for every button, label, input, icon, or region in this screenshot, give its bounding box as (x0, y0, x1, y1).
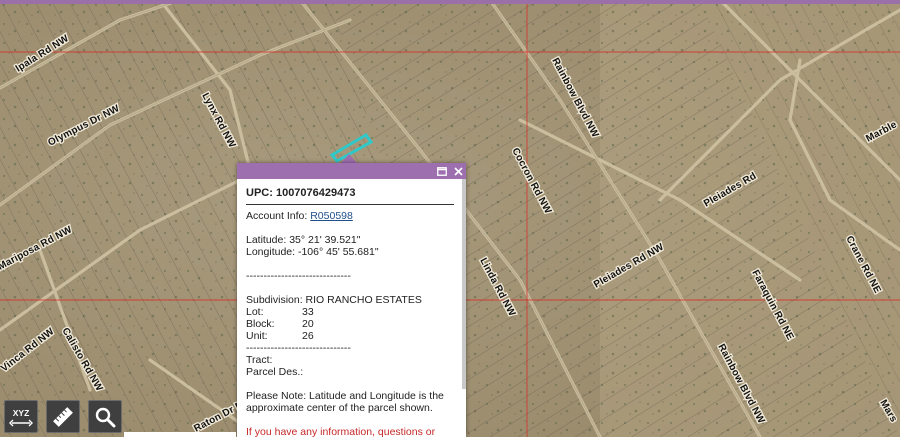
latitude-value: 35° 21' 39.521" (289, 234, 361, 246)
scale-bar (124, 432, 236, 437)
info-warning: If you have any information, questions o… (246, 426, 436, 437)
ruler-icon (53, 406, 73, 427)
account-info-line: Account Info: R050598 (246, 210, 454, 222)
close-icon[interactable] (451, 164, 465, 178)
lot-line: Lot: 33 (246, 306, 454, 318)
parcel-description-label: Parcel Des.: (246, 366, 304, 378)
latitude-label: Latitude: (246, 234, 287, 246)
maximize-icon[interactable] (435, 164, 449, 178)
account-label: Account Info: (246, 210, 308, 222)
block-value: 20 (302, 318, 314, 330)
parcel-popup: UPC: 1007076429473 Account Info: R050598… (237, 163, 466, 437)
longitude-line: Longitude: -106° 45' 55.681" (246, 246, 454, 258)
tract-label: Tract: (246, 354, 273, 366)
unit-value: 26 (302, 330, 314, 342)
upc-label: UPC: (246, 187, 273, 199)
top-accent-bar (0, 0, 900, 4)
upc-line: UPC: 1007076429473 (246, 187, 454, 205)
unit-label: Unit: (246, 330, 268, 342)
subdivision-value: RIO RANCHO ESTATES (305, 294, 422, 306)
divider: ------------------------------ (246, 342, 351, 354)
account-link[interactable]: R050598 (310, 210, 353, 222)
search-tool-button[interactable] (88, 400, 122, 433)
xyz-label: XYZ (13, 408, 30, 418)
search-icon (95, 407, 116, 427)
popup-content: UPC: 1007076429473 Account Info: R050598… (246, 187, 454, 437)
xyz-tool-button[interactable]: XYZ (4, 400, 38, 433)
popup-scrollbar[interactable] (462, 179, 466, 389)
subdivision-line: Subdivision: RIO RANCHO ESTATES (246, 294, 454, 306)
unit-line: Unit: 26 (246, 330, 454, 342)
popup-header (237, 163, 466, 179)
longitude-label: Longitude: (246, 246, 296, 258)
longitude-value: -106° 45' 55.681" (297, 246, 379, 258)
measure-tool-button[interactable] (46, 400, 80, 433)
coordinate-note: Please Note: Latitude and Longitude is t… (246, 390, 444, 414)
divider: ------------------------------ (246, 270, 351, 282)
block-line: Block: 20 (246, 318, 454, 330)
block-label: Block: (246, 318, 275, 330)
xyz-icon: XYZ (9, 408, 33, 426)
lot-label: Lot: (246, 306, 264, 318)
latitude-line: Latitude: 35° 21' 39.521" (246, 234, 454, 246)
upc-value: 1007076429473 (275, 187, 356, 199)
subdivision-label: Subdivision: (246, 294, 303, 306)
lot-value: 33 (302, 306, 314, 318)
